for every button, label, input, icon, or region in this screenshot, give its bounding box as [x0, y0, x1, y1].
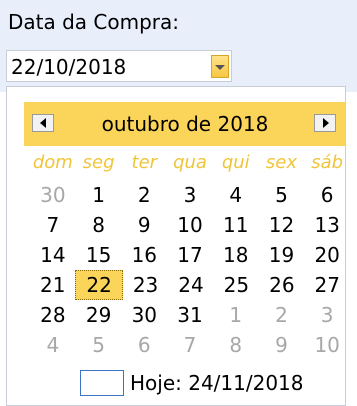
day-cell[interactable]: 11	[213, 210, 259, 240]
day-cell[interactable]: 13	[304, 210, 350, 240]
day-cell[interactable]: 6	[121, 330, 167, 360]
calendar-week-row: 30 1 2 3 4 5 6	[30, 180, 350, 210]
day-cell[interactable]: 5	[259, 180, 305, 210]
calendar-week-row: 21 22 23 24 25 26 27	[30, 270, 350, 300]
day-cell[interactable]: 9	[259, 330, 305, 360]
chevron-right-icon	[323, 118, 329, 128]
day-cell[interactable]: 10	[304, 330, 350, 360]
day-cell[interactable]: 2	[259, 300, 305, 330]
day-cell[interactable]: 17	[167, 240, 213, 270]
day-cell[interactable]: 14	[30, 240, 76, 270]
day-cell[interactable]: 5	[76, 330, 122, 360]
day-cell[interactable]: 3	[167, 180, 213, 210]
weekday-label: dom	[32, 152, 73, 173]
dropdown-button[interactable]	[211, 55, 229, 78]
day-cell[interactable]: 10	[167, 210, 213, 240]
day-cell[interactable]: 27	[305, 270, 350, 300]
day-cell[interactable]: 2	[121, 180, 167, 210]
day-cell[interactable]: 24	[168, 270, 213, 300]
day-cell[interactable]: 30	[30, 180, 76, 210]
weekday-label: ter	[131, 152, 158, 173]
day-cell[interactable]: 6	[304, 180, 350, 210]
day-cell[interactable]: 1	[213, 300, 259, 330]
day-cell[interactable]: 15	[76, 240, 122, 270]
day-cell[interactable]: 19	[259, 240, 305, 270]
calendar-week-row: 28 29 30 31 1 2 3	[30, 300, 350, 330]
day-cell[interactable]: 25	[214, 270, 259, 300]
day-cell[interactable]: 4	[30, 330, 76, 360]
weekday-label: qua	[173, 152, 207, 173]
weekday-label: sáb	[311, 152, 344, 173]
field-label: Data da Compra:	[8, 10, 180, 34]
day-cell[interactable]: 18	[213, 240, 259, 270]
day-cell[interactable]: 1	[76, 180, 122, 210]
calendar-day-grid: 30 1 2 3 4 5 6 7 8 9 10 11 12 13 14 15 16 17 18 19 20 21 22 23 2…	[30, 180, 350, 360]
day-cell[interactable]: 7	[167, 330, 213, 360]
weekday-label: seg	[82, 152, 115, 173]
day-cell[interactable]: 8	[76, 210, 122, 240]
today-row[interactable]: Hoje: 24/11/2018	[80, 368, 304, 398]
weekday-label: qui	[221, 152, 250, 173]
today-marker	[80, 370, 124, 396]
day-cell[interactable]: 31	[167, 300, 213, 330]
month-title: outubro de 2018	[101, 112, 269, 136]
day-cell[interactable]: 28	[30, 300, 76, 330]
next-month-button[interactable]	[314, 114, 336, 132]
day-cell[interactable]: 29	[76, 300, 122, 330]
chevron-down-icon	[215, 65, 225, 70]
day-cell[interactable]: 21	[30, 270, 75, 300]
calendar-week-row: 7 8 9 10 11 12 13	[30, 210, 350, 240]
weekday-label: sex	[265, 152, 297, 173]
day-cell[interactable]: 23	[123, 270, 168, 300]
day-cell[interactable]: 30	[121, 300, 167, 330]
purchase-date-input[interactable]: 22/10/2018	[6, 50, 232, 82]
calendar-header: outubro de 2018	[24, 102, 346, 146]
selected-day-cell[interactable]: 22	[75, 270, 123, 300]
day-cell[interactable]: 20	[304, 240, 350, 270]
day-cell[interactable]: 8	[213, 330, 259, 360]
day-cell[interactable]: 3	[304, 300, 350, 330]
day-cell[interactable]: 9	[121, 210, 167, 240]
calendar-week-row: 4 5 6 7 8 9 10	[30, 330, 350, 360]
day-cell[interactable]: 12	[259, 210, 305, 240]
day-cell[interactable]: 26	[259, 270, 304, 300]
calendar-week-row: 14 15 16 17 18 19 20	[30, 240, 350, 270]
day-cell[interactable]: 7	[30, 210, 76, 240]
today-label: Hoje: 24/11/2018	[130, 371, 304, 395]
purchase-date-value: 22/10/2018	[11, 55, 127, 79]
day-cell[interactable]: 16	[121, 240, 167, 270]
weekday-row: dom seg ter qua qui sex sáb	[30, 152, 350, 178]
day-cell[interactable]: 4	[213, 180, 259, 210]
